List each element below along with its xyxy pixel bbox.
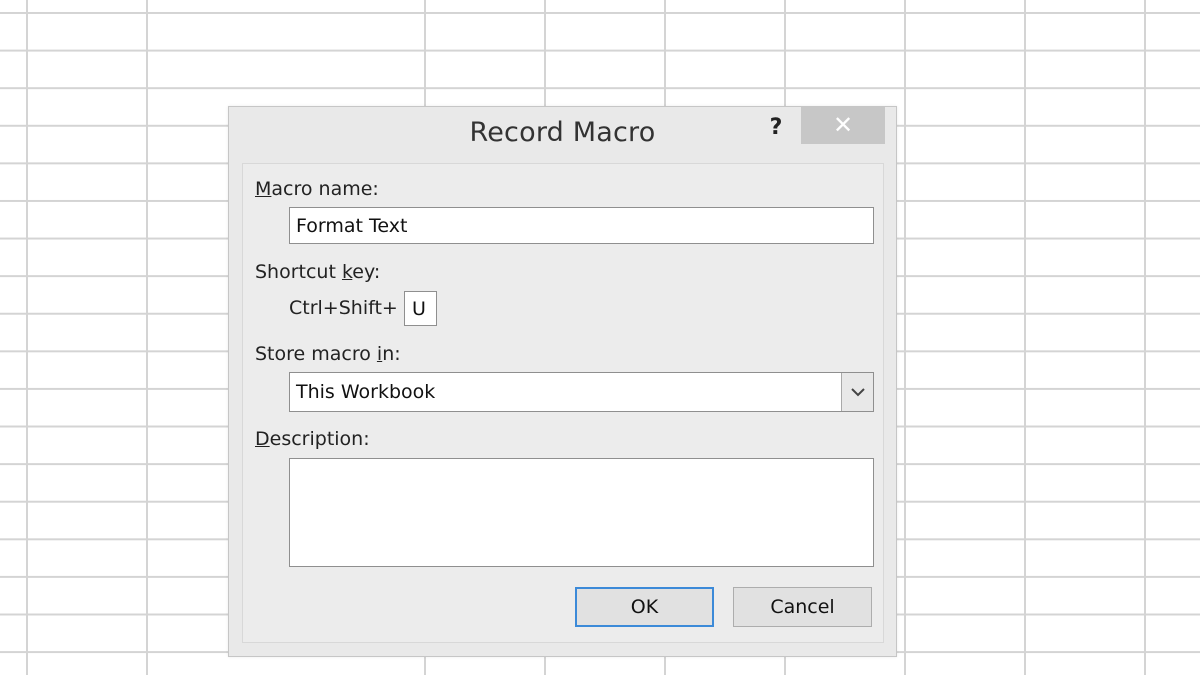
help-button[interactable]: ?: [765, 113, 787, 143]
description-textarea[interactable]: [289, 458, 874, 567]
grid-column-line: [26, 0, 28, 675]
shortcut-key-access-key: k: [341, 261, 353, 283]
shortcut-key-label: Shortcut key:: [255, 261, 380, 283]
store-macro-label-suffix: n:: [382, 343, 401, 365]
close-button[interactable]: ✕: [801, 107, 885, 144]
description-label-text: escription:: [269, 428, 370, 450]
record-macro-dialog: Record Macro ? ✕ Macro name: Shortcut ke…: [228, 106, 897, 657]
shortcut-key-label-text: Shortcut: [255, 261, 342, 283]
grid-column-line: [1144, 0, 1146, 675]
dialog-title: Record Macro: [469, 117, 656, 148]
grid-column-line: [146, 0, 148, 675]
store-macro-label: Store macro in:: [255, 343, 401, 365]
shortcut-prefix: Ctrl+Shift+: [289, 297, 398, 319]
macro-name-access-key: M: [255, 178, 272, 200]
macro-name-input[interactable]: [289, 207, 874, 244]
store-macro-dropdown[interactable]: This Workbook: [289, 372, 874, 412]
chevron-down-icon[interactable]: [841, 373, 873, 411]
store-macro-label-text: Store macro: [255, 343, 377, 365]
shortcut-key-label-suffix: ey:: [352, 261, 381, 283]
ok-button[interactable]: OK: [575, 587, 714, 627]
description-label: Description:: [255, 428, 370, 450]
cancel-button[interactable]: Cancel: [733, 587, 872, 627]
macro-name-label: Macro name:: [255, 178, 379, 200]
close-icon: ✕: [832, 111, 854, 139]
dialog-content-panel: Macro name: Shortcut key: Ctrl+Shift+ St…: [242, 163, 884, 643]
description-access-key: D: [255, 428, 270, 450]
shortcut-key-input[interactable]: [404, 291, 437, 326]
macro-name-label-text: acro name:: [271, 178, 379, 200]
grid-column-line: [904, 0, 906, 675]
store-macro-selected: This Workbook: [296, 381, 436, 403]
grid-column-line: [1024, 0, 1026, 675]
